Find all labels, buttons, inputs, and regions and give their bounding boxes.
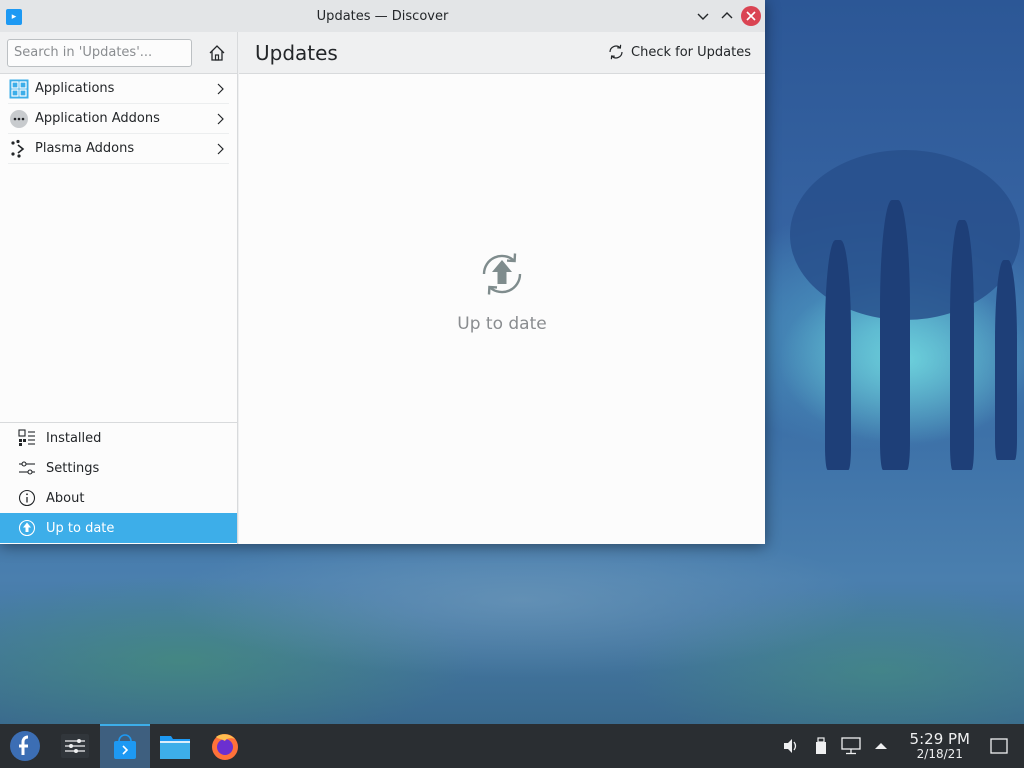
refresh-icon <box>609 44 623 60</box>
close-icon <box>746 11 756 21</box>
category-label: Application Addons <box>35 111 160 126</box>
removable-devices-button[interactable] <box>810 735 832 757</box>
applications-grid-icon <box>9 79 29 99</box>
update-status-area: Up to date <box>239 248 765 334</box>
close-button[interactable] <box>741 6 761 26</box>
bottom-navigation: Installed Settings About Up to date <box>0 422 237 543</box>
addons-dots-icon <box>9 109 29 129</box>
sidebar: Applications Application Addons <box>0 32 238 544</box>
check-for-updates-button[interactable]: Check for Updates <box>607 43 751 61</box>
application-launcher[interactable] <box>0 724 50 768</box>
system-settings-icon <box>61 734 89 758</box>
nav-label: About <box>46 490 85 506</box>
system-tray: 5:29 PM 2/18/21 <box>776 724 1024 768</box>
main-panel: Updates Check for Updates Up to date <box>239 32 765 544</box>
clock-date: 2/18/21 <box>916 746 963 761</box>
nav-installed[interactable]: Installed <box>0 423 237 453</box>
wallpaper-tree <box>995 260 1017 460</box>
file-manager-icon <box>160 736 190 759</box>
discover-app-icon[interactable]: ▸ <box>6 9 22 25</box>
maximize-button[interactable] <box>717 6 737 26</box>
task-discover[interactable] <box>100 724 150 768</box>
triangle-up-icon <box>874 743 887 749</box>
firefox-icon <box>212 734 238 760</box>
category-label: Applications <box>35 81 115 96</box>
settings-sliders-icon <box>18 459 36 477</box>
chevron-right-icon <box>217 143 224 155</box>
window-title: Updates — Discover <box>316 8 449 24</box>
nav-label: Up to date <box>46 520 115 536</box>
wallpaper-tree <box>950 220 974 470</box>
update-status-icon <box>18 519 36 537</box>
chevron-right-icon <box>217 83 224 95</box>
nav-label: Installed <box>46 430 102 446</box>
task-system-settings[interactable] <box>50 724 100 768</box>
volume-button[interactable] <box>780 735 802 757</box>
nav-about[interactable]: About <box>0 483 237 513</box>
search-row <box>0 32 237 74</box>
fedora-launcher-icon <box>10 731 40 761</box>
check-for-updates-label: Check for Updates <box>631 44 751 60</box>
category-plasma-addons[interactable]: Plasma Addons <box>8 134 229 164</box>
discover-icon <box>114 734 136 759</box>
home-icon <box>209 44 225 61</box>
task-file-manager[interactable] <box>150 724 200 768</box>
window-content: Applications Application Addons <box>0 32 765 544</box>
network-wired-icon <box>840 737 861 755</box>
wallpaper-tree <box>880 200 910 470</box>
category-applications[interactable]: Applications <box>8 74 229 104</box>
category-application-addons[interactable]: Application Addons <box>8 104 229 134</box>
nav-update-status[interactable]: Up to date <box>0 513 237 543</box>
main-header: Updates Check for Updates <box>239 32 765 74</box>
speaker-icon <box>783 739 796 753</box>
category-list: Applications Application Addons Plasma A… <box>0 74 237 164</box>
up-to-date-icon <box>482 253 522 295</box>
window-titlebar[interactable]: ▸ Updates — Discover <box>0 0 765 32</box>
wallpaper-tree <box>825 240 851 470</box>
nav-label: Settings <box>46 460 100 476</box>
installed-list-icon <box>18 429 36 447</box>
page-title: Updates <box>255 40 338 65</box>
clock-time: 5:29 PM <box>909 730 970 749</box>
home-button[interactable] <box>206 42 228 64</box>
info-icon <box>18 489 36 507</box>
minimize-button[interactable] <box>693 6 713 26</box>
usb-drive-icon <box>815 737 826 754</box>
taskbar: 5:29 PM 2/18/21 <box>0 724 1024 768</box>
plasma-addons-icon <box>9 139 29 159</box>
discover-window: ▸ Updates — Discover Search in 'Updates'… <box>0 0 765 544</box>
chevron-up-icon <box>721 12 733 19</box>
show-desktop-button[interactable] <box>988 735 1010 757</box>
digital-clock[interactable]: 5:29 PM 2/18/21 <box>910 731 970 761</box>
status-text: Up to date <box>457 314 547 334</box>
chevron-right-icon <box>217 113 224 125</box>
task-firefox[interactable] <box>200 724 250 768</box>
show-desktop-icon <box>990 738 1008 754</box>
chevron-down-icon <box>697 13 709 20</box>
network-button[interactable] <box>840 735 862 757</box>
search-input[interactable] <box>7 38 192 67</box>
nav-settings[interactable]: Settings <box>0 453 237 483</box>
category-label: Plasma Addons <box>35 141 135 156</box>
tray-expand-button[interactable] <box>870 735 892 757</box>
